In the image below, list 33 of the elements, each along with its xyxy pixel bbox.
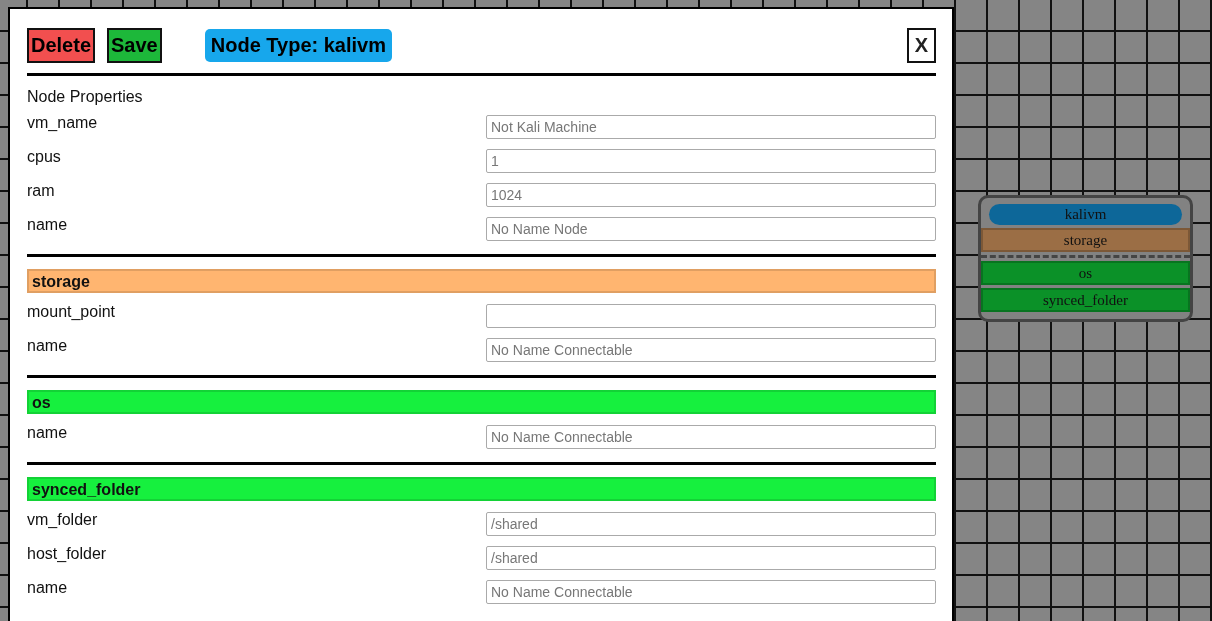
field-label: ram: [27, 182, 56, 200]
node-title: kalivm: [989, 204, 1182, 225]
node-card[interactable]: kalivm storage os synced_folder: [978, 195, 1193, 322]
input-field[interactable]: Not Kali Machine: [486, 115, 936, 139]
node-type-badge: Node Type: kalivm: [204, 28, 392, 62]
field-label: host_folder: [27, 545, 108, 563]
input-field[interactable]: No Name Connectable: [486, 580, 936, 604]
input-field[interactable]: /shared: [486, 512, 936, 536]
field-label: name: [27, 424, 69, 442]
input-field[interactable]: 1024: [486, 183, 936, 207]
delete-button[interactable]: Delete: [27, 27, 96, 63]
field-label: name: [27, 337, 69, 355]
input-field[interactable]: [486, 304, 936, 328]
input-field[interactable]: 1: [486, 149, 936, 173]
save-button[interactable]: Save: [107, 27, 162, 63]
section-header: os: [27, 390, 936, 414]
section-header: synced_folder: [27, 477, 936, 501]
section-heading: Node Properties: [27, 88, 144, 107]
field-label: vm_name: [27, 114, 99, 132]
field-label: name: [27, 216, 69, 234]
input-field[interactable]: No Name Connectable: [486, 425, 936, 449]
input-field[interactable]: /shared: [486, 546, 936, 570]
connectable-item[interactable]: storage: [981, 228, 1190, 252]
field-label: vm_folder: [27, 511, 99, 529]
connectable-item[interactable]: synced_folder: [981, 288, 1190, 312]
field-label: mount_point: [27, 303, 117, 321]
input-field[interactable]: No Name Node: [486, 217, 936, 241]
close-button[interactable]: X: [907, 27, 936, 63]
section-header: storage: [27, 269, 936, 293]
input-field[interactable]: No Name Connectable: [486, 338, 936, 362]
connectable-item[interactable]: os: [981, 261, 1190, 285]
field-label: name: [27, 579, 69, 597]
field-label: cpus: [27, 148, 62, 166]
